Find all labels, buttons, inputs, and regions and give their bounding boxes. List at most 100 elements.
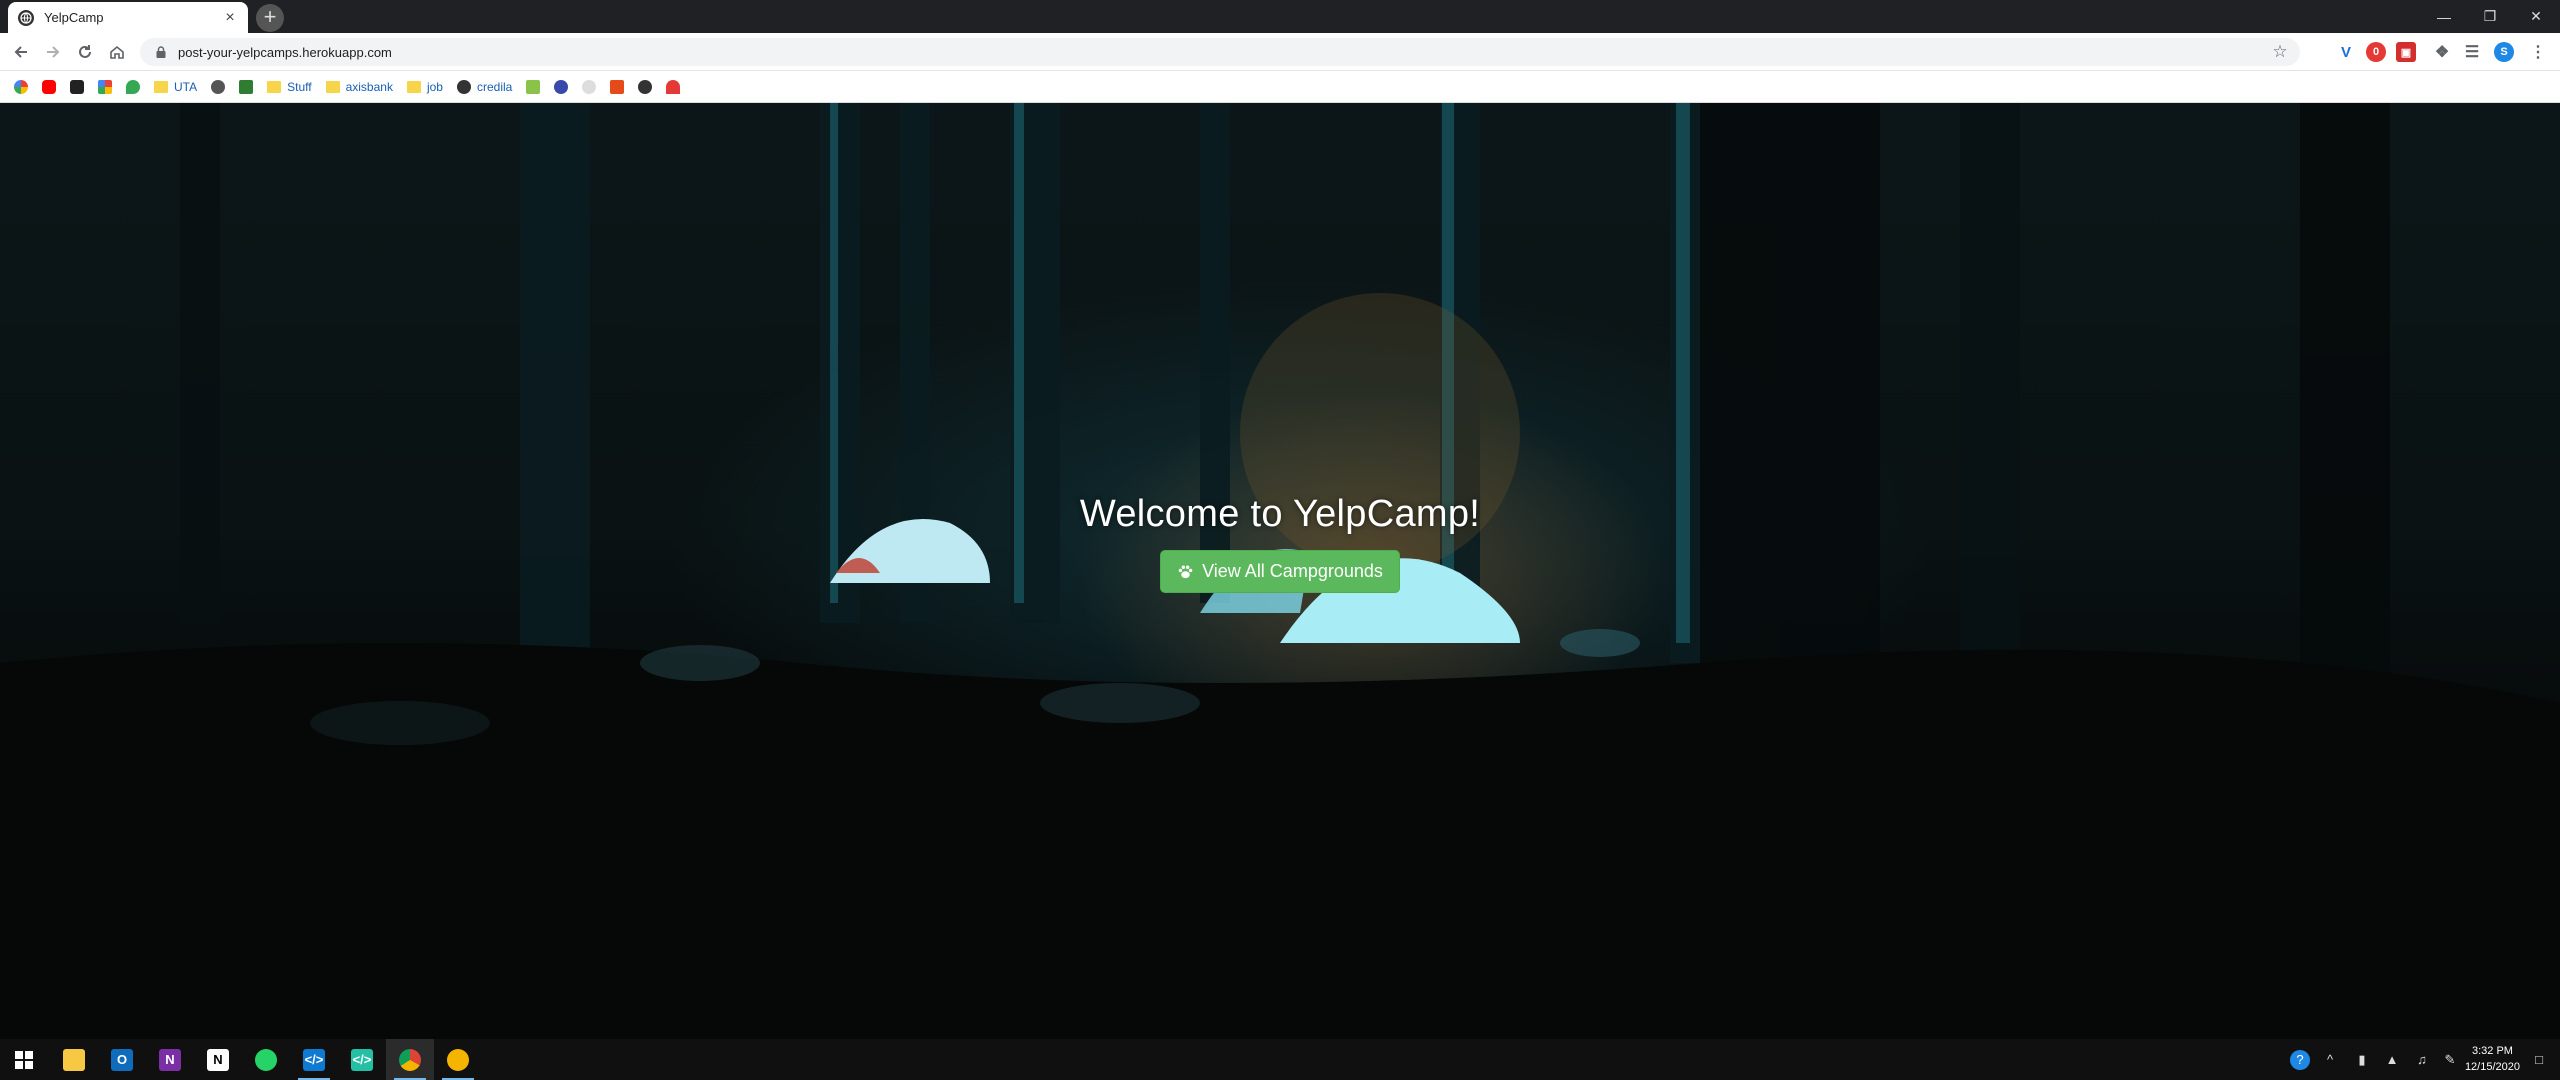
browser-tab[interactable]: YelpCamp × bbox=[8, 2, 248, 33]
battery-icon[interactable]: ▮ bbox=[2350, 1039, 2374, 1080]
bookmark-label: Stuff bbox=[287, 79, 312, 94]
volume-icon[interactable]: ♫ bbox=[2410, 1039, 2434, 1080]
landing-page: Welcome to YelpCamp! View All Campground… bbox=[0, 103, 2560, 1039]
globe-icon bbox=[638, 79, 653, 94]
bookmark-star-icon[interactable]: ☆ bbox=[2270, 42, 2290, 62]
address-bar[interactable]: post-your-yelpcamps.herokuapp.com ☆ bbox=[140, 38, 2300, 66]
bookmark-folder-stuff[interactable]: Stuff bbox=[267, 79, 312, 94]
bookmark-label: UTA bbox=[174, 79, 198, 94]
hero-section: Welcome to YelpCamp! View All Campground… bbox=[0, 493, 2560, 593]
bookmark-apple[interactable] bbox=[211, 79, 226, 94]
paw-icon bbox=[1178, 565, 1193, 579]
blue-circle-icon bbox=[554, 79, 569, 94]
folder-icon bbox=[325, 80, 340, 93]
taskbar-notion[interactable]: N bbox=[194, 1039, 242, 1080]
bookmark-extra-4[interactable] bbox=[610, 79, 625, 94]
start-button[interactable] bbox=[0, 1039, 48, 1080]
tab-title: YelpCamp bbox=[44, 10, 104, 25]
bookmark-label: axisbank bbox=[345, 79, 393, 94]
site-icon bbox=[239, 79, 254, 94]
bookmark-site[interactable] bbox=[239, 79, 254, 94]
system-clock[interactable]: 3:32 PM 12/15/2020 bbox=[2465, 1043, 2520, 1075]
close-window-icon[interactable]: ✕ bbox=[2512, 0, 2560, 33]
youtube-icon bbox=[42, 79, 56, 94]
view-campgrounds-button[interactable]: View All Campgrounds bbox=[1160, 550, 1400, 593]
extensions-puzzle-icon[interactable]: ❖ bbox=[2432, 42, 2452, 62]
windows-icon bbox=[15, 1050, 33, 1069]
forward-icon[interactable] bbox=[40, 39, 66, 65]
folder-icon bbox=[406, 80, 421, 93]
bookmark-folder-job[interactable]: job bbox=[406, 79, 443, 94]
taskbar-vscode-insiders[interactable]: </> bbox=[338, 1039, 386, 1080]
taskbar-file-explorer[interactable] bbox=[50, 1039, 98, 1080]
taskbar-chrome[interactable] bbox=[386, 1039, 434, 1080]
gear-icon bbox=[582, 79, 597, 94]
chevron-up-icon[interactable]: ^ bbox=[2318, 1039, 2342, 1080]
photos-icon bbox=[98, 79, 112, 94]
extension-red-icon[interactable]: ▣ bbox=[2396, 42, 2416, 62]
close-tab-icon[interactable]: × bbox=[222, 9, 238, 27]
help-icon[interactable]: ? bbox=[2286, 1039, 2314, 1080]
reload-icon[interactable] bbox=[72, 39, 98, 65]
bookmark-extra-2[interactable] bbox=[554, 79, 569, 94]
bookmark-google[interactable] bbox=[14, 79, 28, 94]
folder-icon bbox=[154, 80, 168, 93]
bookmark-amazon[interactable] bbox=[70, 79, 84, 94]
whatsapp-icon bbox=[255, 1048, 277, 1071]
adblock-extension-icon[interactable]: 0 bbox=[2366, 42, 2386, 62]
url-text: post-your-yelpcamps.herokuapp.com bbox=[178, 44, 392, 60]
folder-icon bbox=[267, 80, 282, 93]
bookmark-extra-5[interactable] bbox=[638, 79, 653, 94]
bookmark-folder-axisbank[interactable]: axisbank bbox=[325, 79, 393, 94]
green-square-icon bbox=[526, 79, 541, 94]
onenote-icon: N bbox=[159, 1048, 181, 1071]
bookmark-extra-1[interactable] bbox=[526, 79, 541, 94]
notifications-icon[interactable]: □ bbox=[2524, 1039, 2554, 1080]
taskbar-app-yellow[interactable] bbox=[434, 1039, 482, 1080]
bookmark-folder-uta[interactable]: UTA bbox=[154, 80, 197, 94]
globe-icon bbox=[456, 79, 471, 94]
network-icon[interactable]: ▲ bbox=[2380, 1039, 2404, 1080]
taskbar-vscode[interactable]: </> bbox=[290, 1039, 338, 1080]
outlook-icon: O bbox=[111, 1048, 133, 1071]
bookmark-youtube[interactable] bbox=[42, 79, 56, 94]
apple-icon bbox=[211, 79, 226, 94]
yellow-app-icon bbox=[447, 1048, 469, 1071]
taskbar-outlook[interactable]: O bbox=[98, 1039, 146, 1080]
browser-toolbar: post-your-yelpcamps.herokuapp.com ☆ V 0 … bbox=[0, 33, 2560, 71]
restore-icon[interactable]: ❐ bbox=[2466, 0, 2514, 33]
tab-strip: YelpCamp × + — ❐ ✕ bbox=[0, 0, 2560, 33]
minimize-icon[interactable]: — bbox=[2420, 0, 2468, 33]
notion-icon: N bbox=[207, 1048, 229, 1071]
bookmark-extra-3[interactable] bbox=[582, 79, 597, 94]
bookmarks-bar: UTA Stuff axisbank job credila bbox=[0, 71, 2560, 103]
amazon-icon bbox=[70, 79, 84, 94]
windows-taskbar: O N N </> </> ? ^ ▮ ▲ ♫ ✎ 3:32 PM 12/15/… bbox=[0, 1039, 2560, 1080]
red-arc-icon bbox=[666, 79, 681, 94]
bookmark-photos[interactable] bbox=[98, 79, 112, 94]
vscode-insiders-icon: </> bbox=[351, 1048, 373, 1071]
bookmark-label: credila bbox=[476, 79, 513, 94]
lock-icon bbox=[156, 46, 166, 58]
bookmark-credila[interactable]: credila bbox=[456, 79, 513, 94]
bookmark-extra-6[interactable] bbox=[666, 79, 681, 94]
view-campgrounds-label: View All Campgrounds bbox=[1202, 561, 1383, 581]
maps-icon bbox=[126, 79, 140, 94]
clock-time: 3:32 PM bbox=[2471, 1045, 2513, 1057]
back-icon[interactable] bbox=[8, 39, 34, 65]
vimeo-extension-icon[interactable]: V bbox=[2336, 42, 2356, 62]
profile-avatar[interactable]: S bbox=[2494, 42, 2514, 62]
globe-icon bbox=[18, 9, 34, 26]
new-tab-button[interactable]: + bbox=[256, 4, 284, 32]
bookmark-maps[interactable] bbox=[126, 79, 140, 94]
taskbar-whatsapp[interactable] bbox=[242, 1039, 290, 1080]
media-control-icon[interactable]: ☰ bbox=[2462, 42, 2482, 62]
home-icon[interactable] bbox=[104, 39, 130, 65]
language-icon[interactable]: ✎ bbox=[2438, 1039, 2462, 1080]
chrome-icon bbox=[399, 1048, 421, 1071]
bookmark-label: job bbox=[426, 79, 443, 94]
ft-icon bbox=[610, 79, 625, 94]
taskbar-onenote[interactable]: N bbox=[146, 1039, 194, 1080]
clock-date: 12/15/2020 bbox=[2464, 1061, 2520, 1073]
browser-menu-icon[interactable]: ⋮ bbox=[2528, 42, 2548, 62]
